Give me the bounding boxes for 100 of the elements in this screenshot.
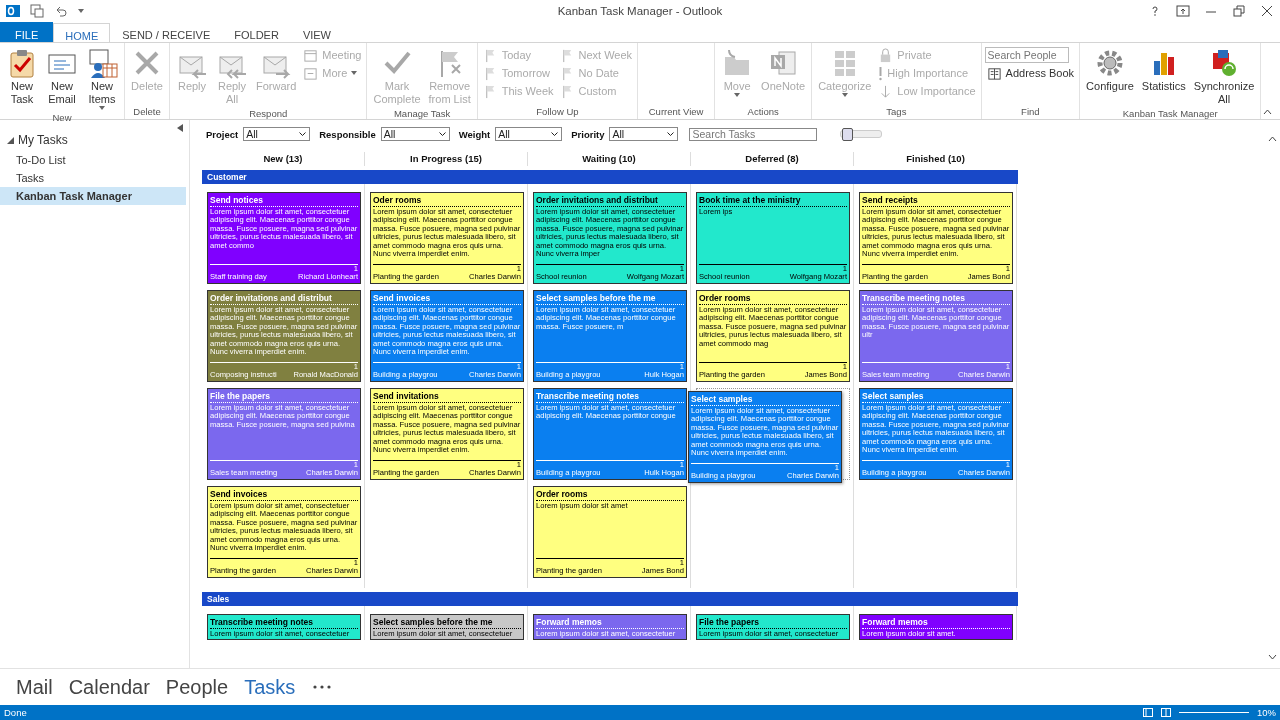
card-title: Transcribe meeting notes bbox=[862, 293, 1010, 305]
person-calendar-icon bbox=[86, 47, 118, 79]
task-card[interactable] bbox=[696, 290, 850, 382]
task-card[interactable] bbox=[370, 290, 524, 382]
chevron-down-icon bbox=[299, 131, 307, 137]
ribbon-button[interactable]: New Email bbox=[43, 45, 81, 108]
scroll-down-icon[interactable] bbox=[1267, 654, 1277, 660]
card-title: Send invitations bbox=[373, 391, 521, 403]
group-label: Follow Up bbox=[535, 106, 580, 119]
swimlane-header[interactable]: Customer bbox=[202, 170, 1018, 184]
ribbon-tab[interactable]: FOLDER bbox=[222, 22, 291, 42]
card-title: Select samples bbox=[691, 394, 839, 406]
restore-icon[interactable] bbox=[1232, 4, 1246, 18]
sidebar-item[interactable]: Tasks bbox=[0, 169, 189, 187]
card-title: File the papers bbox=[210, 391, 358, 403]
customize-caret-icon[interactable] bbox=[78, 9, 84, 13]
collapse-pane-icon[interactable] bbox=[177, 124, 183, 132]
card-title: Forward memos bbox=[862, 617, 1010, 629]
card-title: Oder rooms bbox=[373, 195, 521, 207]
task-card[interactable] bbox=[207, 192, 361, 284]
more-icon[interactable] bbox=[313, 685, 332, 689]
nav-item[interactable]: Mail bbox=[16, 675, 53, 699]
swimlane-header[interactable]: Sales bbox=[202, 592, 1018, 606]
card-title: Forward memos bbox=[536, 617, 684, 629]
reading-view-icon[interactable] bbox=[1161, 708, 1171, 717]
ribbon-tab[interactable]: HOME bbox=[53, 23, 111, 43]
card-title: Transcribe meeting notes bbox=[210, 617, 358, 629]
zoom-slider[interactable] bbox=[840, 130, 883, 138]
group-label: Tags bbox=[885, 106, 908, 119]
task-card[interactable] bbox=[370, 388, 524, 480]
ribbon-tab[interactable]: SEND / RECEIVE bbox=[110, 22, 223, 42]
task-card[interactable] bbox=[859, 388, 1013, 480]
card-title: Send receipts bbox=[862, 195, 1010, 207]
column-header: In Progress (15) bbox=[365, 152, 528, 166]
card-title: Transcribe meeting notes bbox=[536, 391, 684, 403]
ribbon-tab[interactable]: VIEW bbox=[290, 22, 343, 42]
nav-item[interactable]: Tasks bbox=[244, 675, 296, 699]
chevron-down-icon bbox=[551, 131, 559, 137]
status-text: Done bbox=[4, 707, 27, 718]
filter-dropdown[interactable]: All bbox=[495, 127, 563, 141]
task-card[interactable] bbox=[533, 192, 687, 284]
ribbon-tab[interactable]: FILE bbox=[0, 22, 54, 42]
nav-item[interactable]: People bbox=[165, 675, 229, 699]
card-title: Select samples before the me bbox=[536, 293, 684, 305]
nav-item[interactable]: Calendar bbox=[68, 675, 150, 699]
column-header: New (13) bbox=[202, 152, 365, 166]
task-card[interactable] bbox=[859, 192, 1013, 284]
ribbon-button[interactable]: New Items bbox=[83, 45, 121, 112]
filter-dropdown[interactable]: All bbox=[380, 127, 450, 141]
group-label: Actions bbox=[746, 106, 780, 119]
card-title: Book time at the ministry bbox=[699, 195, 847, 207]
ribbon-button[interactable]: Configure bbox=[1083, 45, 1137, 95]
group-label: Delete bbox=[132, 106, 162, 119]
chevron-down-icon bbox=[438, 131, 446, 137]
undo-icon[interactable] bbox=[54, 4, 68, 18]
ribbon-button[interactable]: New Task bbox=[3, 45, 41, 108]
card-title: Send invoices bbox=[210, 489, 358, 501]
sidebar-item[interactable]: Kanban Task Manager bbox=[0, 187, 186, 205]
ribbon-button[interactable]: Address Book bbox=[984, 65, 1077, 81]
card-title: Order invitations and distribut bbox=[536, 195, 684, 207]
card-title: Send notices bbox=[210, 195, 358, 207]
filter-dropdown[interactable]: All bbox=[243, 127, 311, 141]
filter-label: Responsible bbox=[319, 128, 376, 140]
group-label: Manage Task bbox=[392, 108, 452, 119]
normal-view-icon[interactable] bbox=[1143, 708, 1153, 717]
close-icon[interactable] bbox=[1260, 4, 1274, 18]
meeting-icon bbox=[303, 47, 319, 63]
exclamation-icon bbox=[878, 65, 884, 81]
filter-label: Project bbox=[206, 128, 239, 140]
group-label: New bbox=[51, 112, 73, 123]
address-book-icon bbox=[986, 65, 1002, 81]
search-people-field[interactable]: Search People bbox=[984, 47, 1069, 63]
filter-dropdown[interactable]: All bbox=[609, 127, 679, 141]
more-icon bbox=[303, 65, 319, 81]
ribbon-button[interactable]: Synchronize All bbox=[1190, 45, 1258, 108]
task-card[interactable] bbox=[688, 391, 842, 483]
window-title: Kanban Task Manager - Outlook bbox=[557, 5, 723, 17]
group-label: Current View bbox=[647, 106, 705, 119]
card-title: Order rooms bbox=[699, 293, 847, 305]
collapse-ribbon-icon[interactable] bbox=[1263, 109, 1272, 115]
sidebar-header[interactable]: My Tasks bbox=[18, 133, 68, 147]
card-title: File the papers bbox=[699, 617, 847, 629]
card-title: Order invitations and distribut bbox=[210, 293, 358, 305]
task-card[interactable] bbox=[207, 290, 361, 382]
group-label: Respond bbox=[248, 108, 289, 119]
ribbon-button[interactable]: Statistics bbox=[1138, 45, 1189, 95]
sidebar-item[interactable]: To-Do List bbox=[0, 151, 189, 169]
task-card[interactable] bbox=[207, 486, 361, 578]
card-title: Send invoices bbox=[373, 293, 521, 305]
send-receive-icon[interactable] bbox=[30, 4, 44, 18]
card-title: Order rooms bbox=[536, 489, 684, 501]
expand-icon[interactable] bbox=[7, 136, 14, 144]
card-title: Select samples bbox=[862, 391, 1010, 403]
ribbon-display-icon[interactable] bbox=[1176, 4, 1190, 18]
zoom-level: 10% bbox=[1257, 707, 1276, 718]
scroll-up-icon[interactable] bbox=[1267, 136, 1277, 142]
group-label: Kanban Task Manager bbox=[1121, 108, 1219, 119]
task-card[interactable] bbox=[370, 192, 524, 284]
search-field[interactable]: Search Tasks bbox=[689, 127, 818, 141]
column-header: Finished (10) bbox=[905, 152, 966, 166]
